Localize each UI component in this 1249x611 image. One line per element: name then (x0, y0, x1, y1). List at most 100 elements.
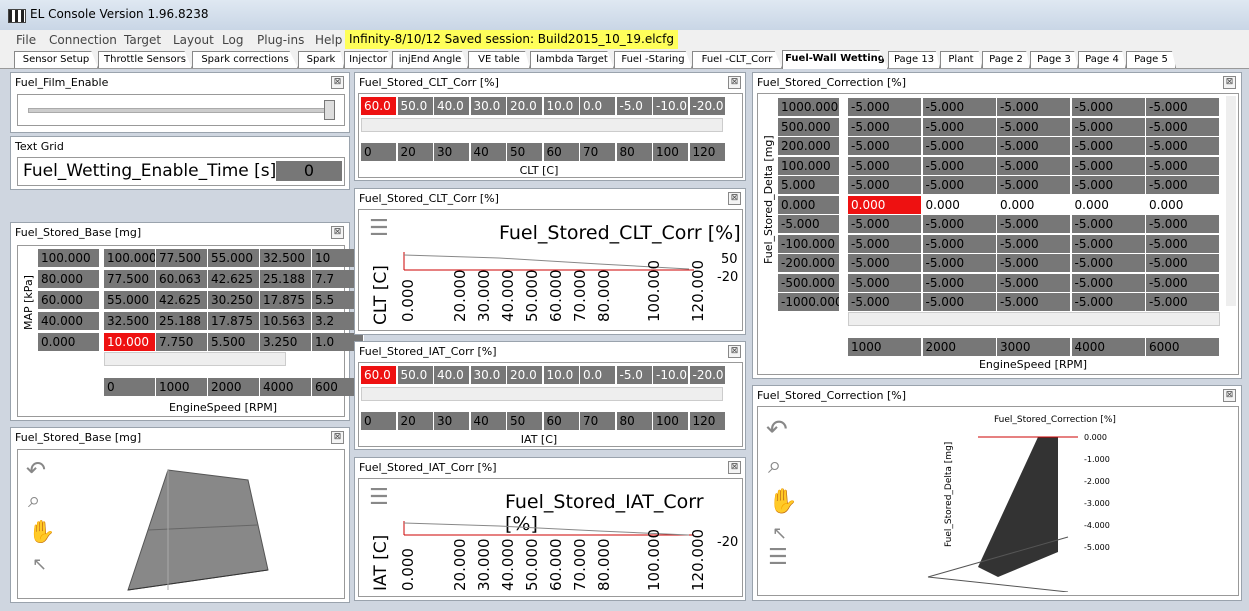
tab-spark[interactable]: Spark (298, 51, 344, 68)
tab-throttle-sensors[interactable]: Throttle Sensors (98, 51, 192, 68)
close-icon[interactable]: ⊠ (728, 345, 741, 358)
table-cell[interactable]: -5.000 (997, 156, 1071, 175)
tab-sensor-setup[interactable]: Sensor Setup (14, 51, 98, 68)
close-icon[interactable]: ⊠ (728, 461, 741, 474)
close-icon[interactable]: ⊠ (1223, 389, 1236, 402)
table-cell[interactable]: -5.000 (1146, 254, 1220, 272)
table-cell[interactable]: -5.000 (848, 293, 922, 311)
tab-injend-angle[interactable]: injEnd Angle (392, 51, 468, 68)
table-cell[interactable]: 20.0 (507, 366, 543, 384)
slider-handle[interactable] (324, 100, 335, 120)
table-cell[interactable]: 0.000 (1071, 195, 1146, 214)
tab-page-5[interactable]: Page 5 (1126, 51, 1176, 68)
table-cell[interactable]: 25.188 (260, 270, 312, 288)
table-cell[interactable]: 0.000 (1146, 195, 1220, 214)
close-icon[interactable]: ⊠ (331, 226, 344, 239)
table-cell[interactable]: -5.000 (997, 98, 1071, 116)
table-cell[interactable]: -5.000 (1146, 98, 1220, 116)
table-cell[interactable]: -5.0 (616, 366, 653, 384)
table-cell[interactable]: -5.000 (997, 273, 1071, 292)
table-cell[interactable]: 40.0 (434, 366, 470, 384)
horizontal-scrollbar[interactable] (104, 352, 286, 366)
table-cell[interactable]: 17.875 (208, 312, 260, 330)
table-cell[interactable]: 60.0 (361, 366, 397, 384)
table-cell[interactable]: 17.875 (260, 291, 312, 309)
table-cell[interactable]: 42.625 (208, 270, 260, 288)
table-cell[interactable]: -5.000 (922, 156, 997, 175)
tab-page-3[interactable]: Page 3 (1030, 51, 1078, 68)
table-cell[interactable]: 10.000 (104, 333, 156, 351)
close-icon[interactable]: ⊠ (331, 76, 344, 89)
table-cell[interactable]: -5.000 (997, 117, 1071, 136)
menu-lines-icon[interactable]: ☰ (369, 216, 389, 241)
table-cell[interactable]: -5.000 (997, 254, 1071, 272)
table-cell[interactable]: 60.0 (361, 97, 397, 115)
table-cell[interactable]: 10.0 (543, 366, 580, 384)
table-cell[interactable]: 60.063 (156, 270, 208, 288)
menu-plugins[interactable]: Plug-ins (257, 33, 304, 47)
horizontal-scrollbar[interactable] (848, 312, 1220, 326)
table-cell[interactable]: -5.000 (1071, 137, 1146, 155)
table-cell[interactable]: 10.0 (543, 97, 580, 115)
table-cell[interactable]: 77.500 (104, 270, 156, 288)
table-cell[interactable]: 32.500 (260, 249, 312, 267)
table-cell[interactable]: 55.000 (104, 291, 156, 309)
wetting-time-value[interactable]: 0 (276, 161, 342, 181)
table-cell[interactable]: -5.000 (922, 98, 997, 116)
table-cell[interactable]: -20.0 (689, 97, 726, 115)
table-cell[interactable]: -5.000 (848, 273, 922, 292)
table-cell[interactable]: -5.000 (848, 156, 922, 175)
tab-lambda-target[interactable]: lambda Target (530, 51, 614, 68)
table-cell[interactable]: -5.000 (1146, 117, 1220, 136)
horizontal-scrollbar[interactable] (361, 387, 723, 401)
menu-connection[interactable]: Connection (49, 33, 117, 47)
table-cell[interactable]: 0.000 (922, 195, 997, 214)
table-cell[interactable]: -5.000 (997, 293, 1071, 311)
table-cell[interactable]: -5.000 (848, 98, 922, 116)
menu-target[interactable]: Target (124, 33, 161, 47)
table-cell[interactable]: -5.000 (1071, 176, 1146, 194)
table-cell[interactable]: 7.750 (156, 333, 208, 351)
table-cell[interactable]: -5.000 (922, 293, 997, 311)
table-cell[interactable]: -5.000 (1071, 273, 1146, 292)
table-cell[interactable]: -5.000 (1146, 176, 1220, 194)
table-cell[interactable]: -5.000 (922, 176, 997, 194)
table-cell[interactable]: 10.563 (260, 312, 312, 330)
tab-plant[interactable]: Plant (940, 51, 982, 68)
table-cell[interactable]: 40.0 (434, 97, 470, 115)
table-cell[interactable]: 55.000 (208, 249, 260, 267)
table-cell[interactable]: -5.000 (848, 176, 922, 194)
table-cell[interactable]: -5.000 (922, 215, 997, 233)
table-cell[interactable]: -5.000 (1146, 234, 1220, 253)
table-cell[interactable]: -5.000 (922, 117, 997, 136)
tab-fuel-wall-wetting[interactable]: Fuel-Wall Wetting (782, 50, 888, 69)
table-cell[interactable]: -10.0 (653, 97, 689, 115)
table-cell[interactable]: -5.000 (1071, 234, 1146, 253)
tab-fuel-staring[interactable]: Fuel -Staring (614, 51, 692, 68)
table-cell[interactable]: 32.500 (104, 312, 156, 330)
table-cell[interactable]: -5.000 (1146, 273, 1220, 292)
zoom-icon[interactable]: ⌕ (28, 488, 40, 513)
rotate-icon[interactable]: ↶ (26, 456, 46, 484)
menu-lines-icon[interactable]: ☰ (768, 545, 788, 570)
table-cell[interactable]: -5.000 (1146, 137, 1220, 155)
tab-injector[interactable]: Injector (344, 51, 392, 68)
table-cell[interactable]: -5.000 (848, 234, 922, 253)
table-cell[interactable]: 30.0 (470, 366, 507, 384)
table-cell[interactable]: 50.0 (397, 97, 434, 115)
table-cell[interactable]: -5.000 (997, 234, 1071, 253)
horizontal-scrollbar[interactable] (361, 118, 723, 132)
table-cell[interactable]: -20.0 (689, 366, 726, 384)
close-icon[interactable]: ⊠ (331, 431, 344, 444)
table-cell[interactable]: -5.000 (848, 215, 922, 233)
tab-ve-table[interactable]: VE table (468, 51, 530, 68)
table-cell[interactable]: 30.0 (470, 97, 507, 115)
vertical-scrollbar[interactable] (1226, 96, 1236, 306)
table-cell[interactable]: -5.000 (1071, 156, 1146, 175)
table-cell[interactable]: 0.000 (848, 195, 922, 214)
tab-page-13[interactable]: Page 13 (888, 51, 940, 68)
table-cell[interactable]: -5.000 (997, 215, 1071, 233)
tab-page-4[interactable]: Page 4 (1078, 51, 1126, 68)
close-icon[interactable]: ⊠ (728, 76, 741, 89)
table-cell[interactable]: 0.0 (580, 97, 616, 115)
